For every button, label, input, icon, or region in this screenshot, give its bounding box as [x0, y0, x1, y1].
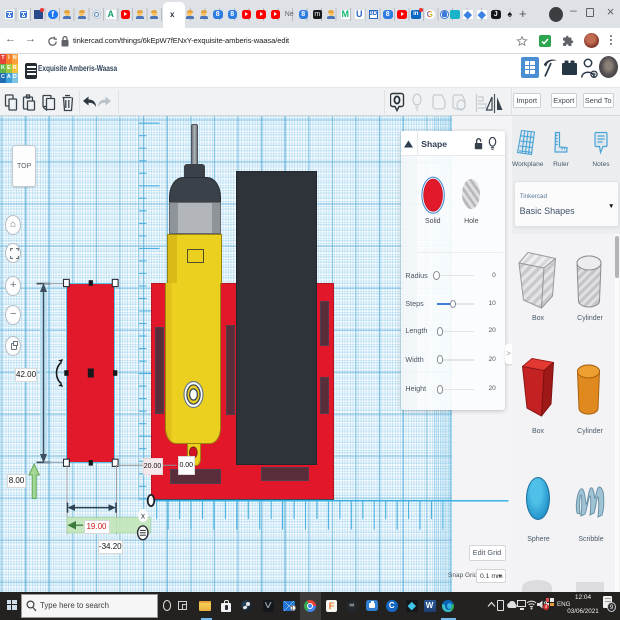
svg-text:x: x: [141, 512, 145, 521]
